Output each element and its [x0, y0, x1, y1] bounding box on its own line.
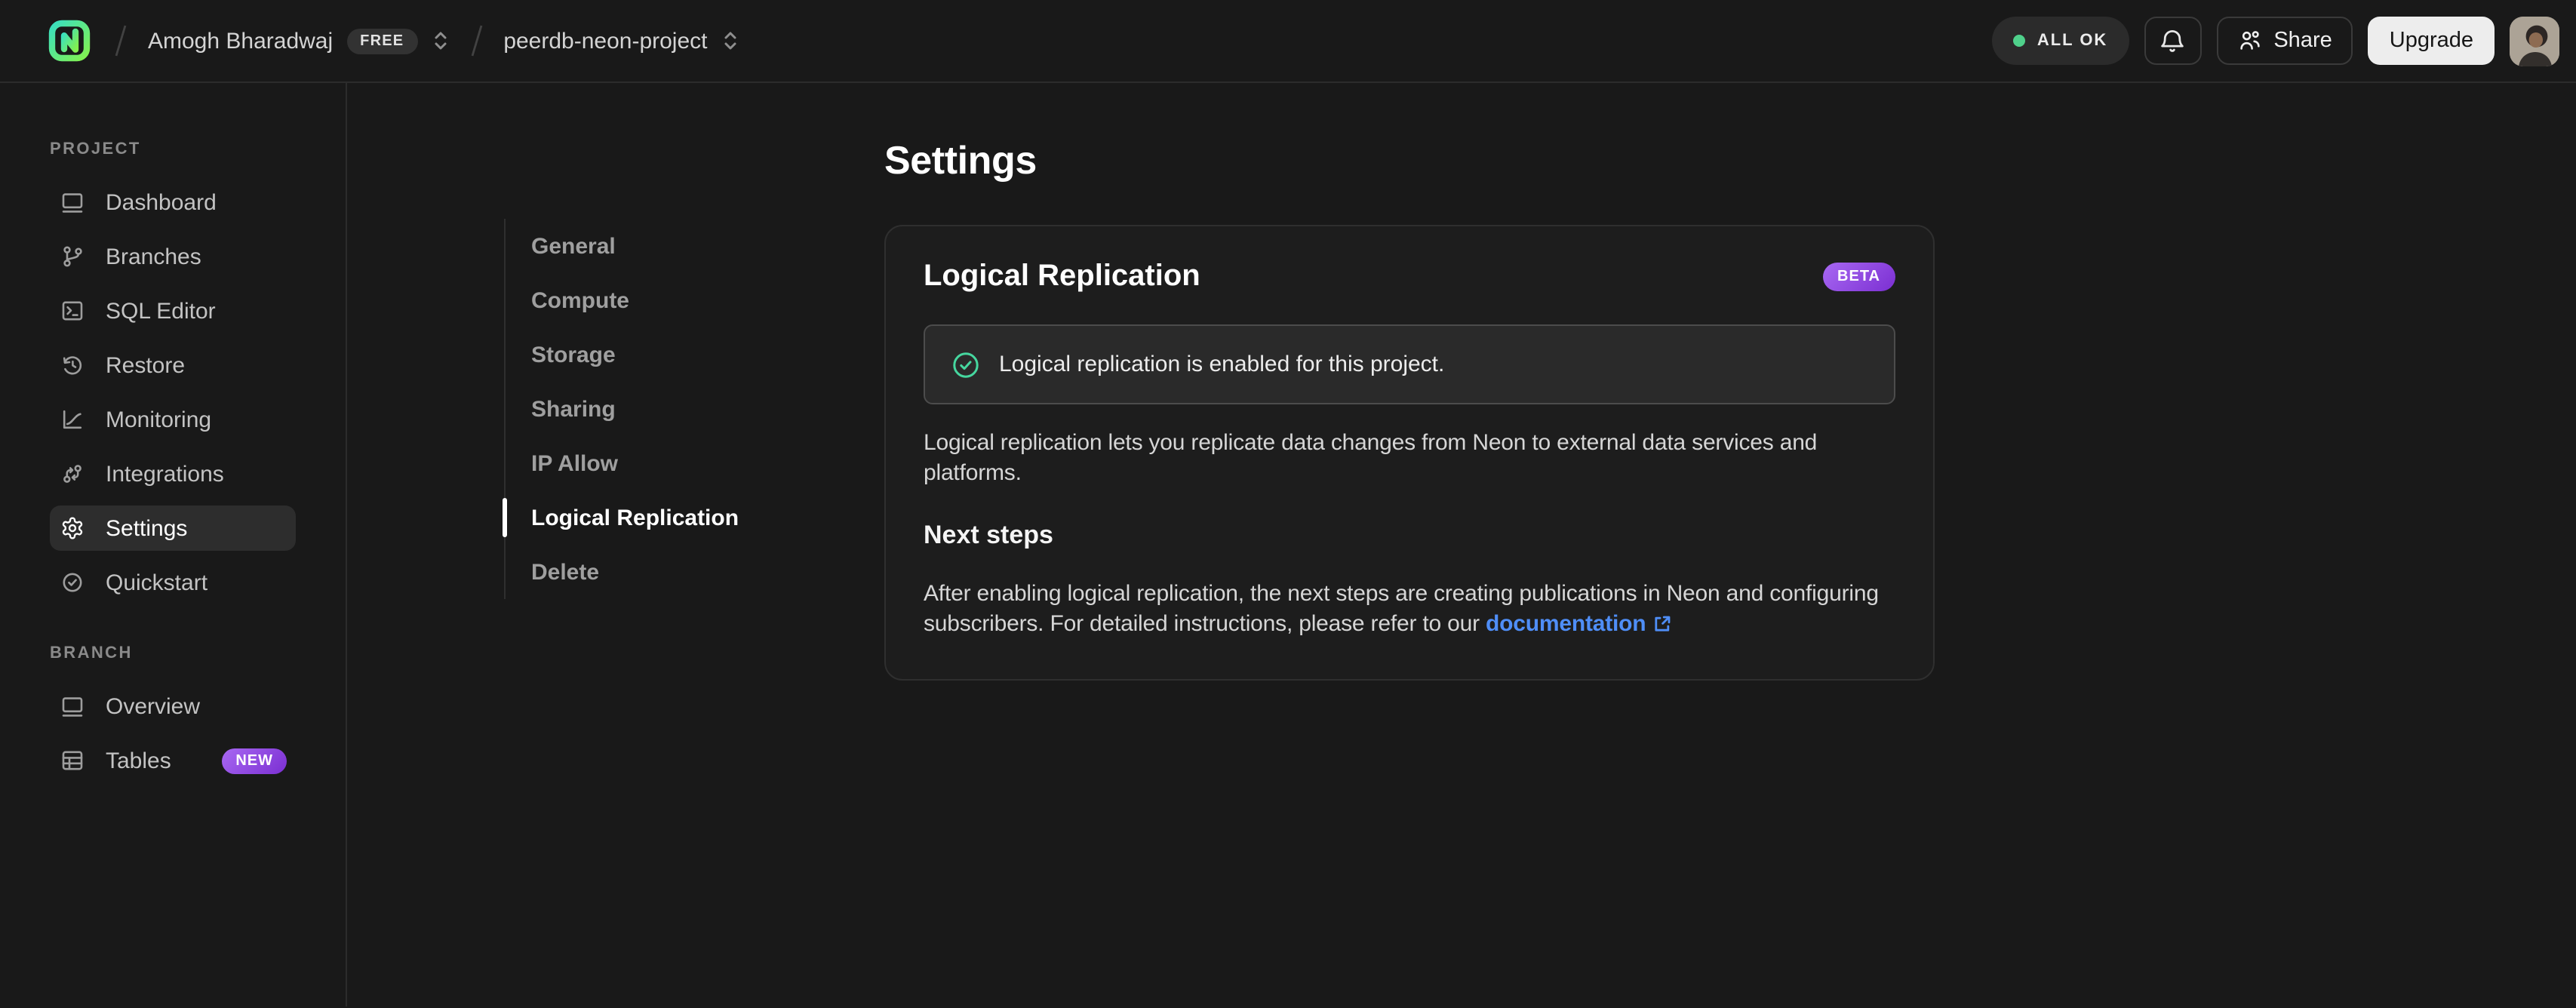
- org-name: Amogh Bharadwaj: [148, 28, 334, 54]
- share-button[interactable]: Share: [2216, 17, 2353, 65]
- settings-nav-compute[interactable]: Compute: [504, 273, 739, 327]
- plan-badge: FREE: [346, 28, 418, 54]
- system-status-badge[interactable]: ALL OK: [1991, 17, 2129, 65]
- project-nav: Dashboard Branches SQL Editor Restore Mo…: [50, 180, 346, 605]
- integrations-icon: [60, 462, 85, 486]
- sidebar-item-branches[interactable]: Branches: [50, 234, 296, 279]
- neon-console: Amogh Bharadwaj FREE peerdb-neon-project…: [0, 0, 2576, 1008]
- window-icon: [60, 694, 85, 718]
- bell-icon: [2161, 29, 2184, 51]
- sidebar-item-tables[interactable]: Tables NEW: [50, 738, 296, 783]
- chevron-up-down-icon: [724, 32, 736, 50]
- org-switcher[interactable]: Amogh Bharadwaj FREE: [148, 28, 449, 54]
- sidebar-item-restore[interactable]: Restore: [50, 343, 296, 388]
- sidebar-item-label: Monitoring: [106, 407, 212, 432]
- card-description: Logical replication lets you replicate d…: [924, 430, 1818, 486]
- settings-nav-delete[interactable]: Delete: [504, 545, 739, 599]
- new-badge: NEW: [222, 748, 287, 773]
- project-switcher[interactable]: peerdb-neon-project: [503, 28, 739, 54]
- sidebar-item-label: Integrations: [106, 461, 224, 487]
- gear-icon: [60, 516, 85, 540]
- sidebar: PROJECT Dashboard Branches SQL Editor Re…: [0, 83, 347, 1006]
- upgrade-button[interactable]: Upgrade: [2368, 17, 2495, 65]
- sidebar-section-branch: BRANCH: [50, 644, 133, 662]
- next-steps-title: Next steps: [924, 521, 1053, 549]
- breadcrumb-separator-icon: [115, 25, 127, 57]
- sidebar-item-label: Overview: [106, 693, 201, 719]
- git-branch-icon: [60, 244, 85, 269]
- settings-content: Settings Logical Replication BETA Logica…: [884, 137, 1935, 681]
- page-body: PROJECT Dashboard Branches SQL Editor Re…: [0, 83, 2576, 1006]
- sidebar-item-label: Restore: [106, 352, 186, 378]
- card-title: Logical Replication: [924, 260, 1200, 293]
- sidebar-item-label: SQL Editor: [106, 298, 216, 324]
- external-link-icon: [1654, 616, 1670, 632]
- project-name: peerdb-neon-project: [503, 28, 708, 54]
- branch-nav: Overview Tables NEW: [50, 684, 346, 783]
- check-circle-icon: [60, 570, 85, 595]
- sidebar-item-dashboard[interactable]: Dashboard: [50, 180, 296, 225]
- next-steps-body: After enabling logical replication, the …: [924, 581, 1879, 637]
- users-icon: [2239, 31, 2260, 50]
- main-area: General Compute Storage Sharing IP Allow…: [347, 83, 2576, 1006]
- documentation-link[interactable]: documentation: [1486, 611, 1671, 637]
- settings-nav-logical-replication[interactable]: Logical Replication: [503, 490, 739, 545]
- check-circle-icon: [953, 352, 979, 377]
- sql-editor-icon: [60, 299, 85, 323]
- settings-nav: General Compute Storage Sharing IP Allow…: [503, 219, 739, 599]
- top-header: Amogh Bharadwaj FREE peerdb-neon-project…: [0, 0, 2576, 83]
- sidebar-item-label: Branches: [106, 244, 201, 269]
- success-banner: Logical replication is enabled for this …: [924, 324, 1895, 404]
- sidebar-item-label: Dashboard: [106, 189, 217, 215]
- dashboard-icon: [60, 190, 85, 214]
- sidebar-item-quickstart[interactable]: Quickstart: [50, 560, 296, 605]
- sidebar-item-label: Settings: [106, 515, 188, 541]
- share-label: Share: [2273, 29, 2332, 53]
- avatar-image: [2510, 16, 2559, 66]
- status-dot-icon: [2012, 35, 2025, 47]
- notifications-button[interactable]: [2144, 17, 2202, 65]
- settings-nav-storage[interactable]: Storage: [504, 327, 739, 382]
- settings-nav-ip-allow[interactable]: IP Allow: [504, 436, 739, 490]
- sidebar-item-overview[interactable]: Overview: [50, 684, 296, 729]
- sidebar-item-settings[interactable]: Settings: [50, 506, 296, 551]
- neon-logo-icon: [48, 20, 91, 62]
- sidebar-item-integrations[interactable]: Integrations: [50, 451, 296, 496]
- settings-nav-sharing[interactable]: Sharing: [504, 382, 739, 436]
- sidebar-item-label: Quickstart: [106, 570, 208, 595]
- breadcrumb-separator-icon: [470, 25, 482, 57]
- success-message: Logical replication is enabled for this …: [999, 352, 1445, 377]
- user-avatar[interactable]: [2510, 16, 2559, 66]
- status-label: ALL OK: [2037, 32, 2108, 50]
- logical-replication-card: Logical Replication BETA Logical replica…: [884, 225, 1935, 681]
- settings-nav-general[interactable]: General: [504, 219, 739, 273]
- monitoring-icon: [60, 407, 85, 432]
- table-icon: [60, 748, 85, 773]
- page-title: Settings: [884, 137, 1037, 183]
- sidebar-item-sql-editor[interactable]: SQL Editor: [50, 288, 296, 333]
- documentation-link-label: documentation: [1486, 611, 1646, 637]
- sidebar-item-monitoring[interactable]: Monitoring: [50, 397, 296, 442]
- chevron-up-down-icon: [434, 32, 446, 50]
- restore-icon: [60, 353, 85, 377]
- sidebar-section-project: PROJECT: [50, 140, 141, 158]
- card-header: Logical Replication BETA: [924, 260, 1895, 294]
- next-steps-text: After enabling logical replication, the …: [924, 579, 1895, 640]
- breadcrumb: Amogh Bharadwaj FREE peerdb-neon-project: [45, 17, 739, 65]
- header-actions: ALL OK Share Upgrade: [1991, 16, 2559, 66]
- neon-logo[interactable]: [45, 17, 94, 65]
- sidebar-item-label: Tables: [106, 748, 171, 773]
- beta-badge: BETA: [1822, 263, 1895, 291]
